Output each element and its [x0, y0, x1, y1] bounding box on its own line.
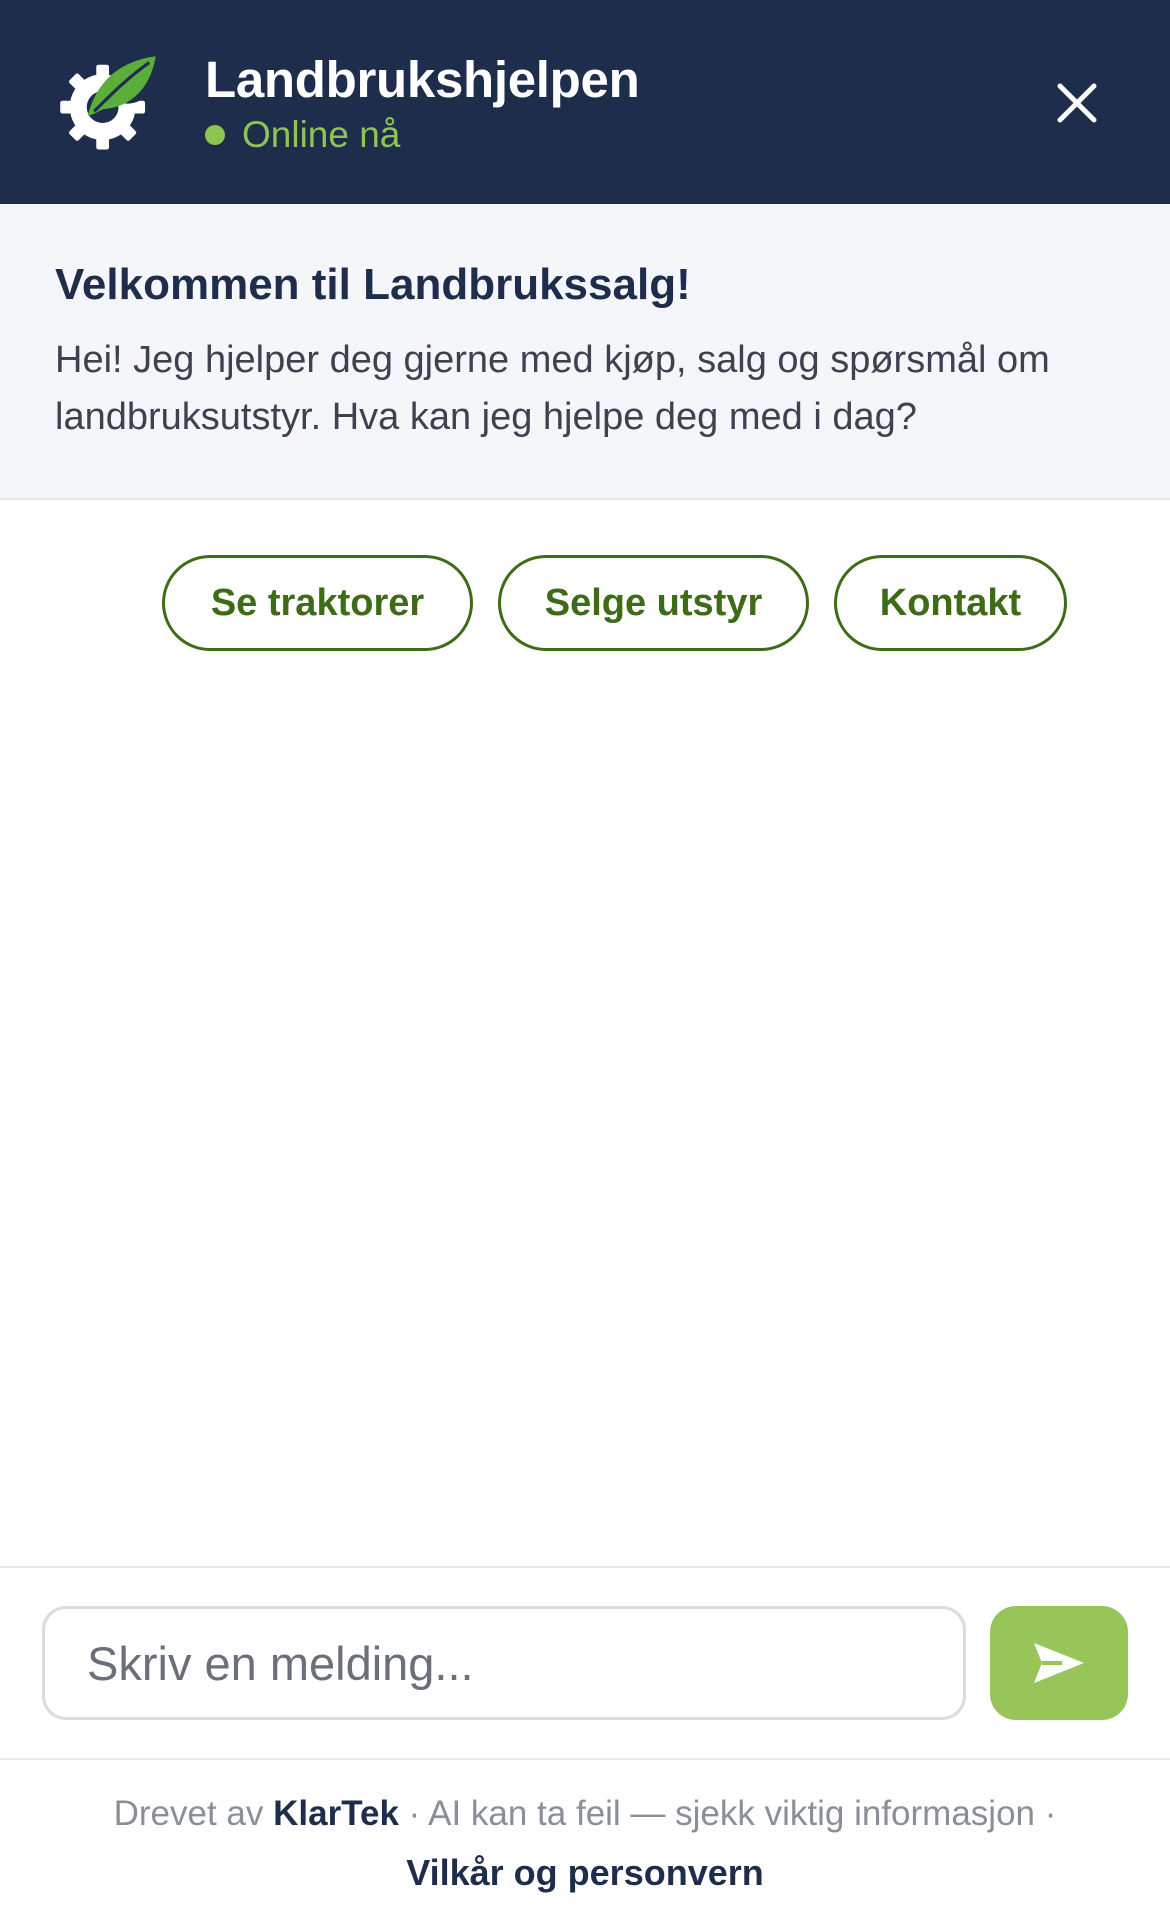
welcome-message: Velkommen til Landbrukssalg! Hei! Jeg hj… — [0, 204, 1170, 500]
quick-reply-kontakt[interactable]: Kontakt — [834, 555, 1067, 651]
message-composer — [0, 1566, 1170, 1758]
welcome-text: Hei! Jeg hjelper deg gjerne med kjøp, sa… — [55, 339, 1050, 438]
powered-by-brand-link[interactable]: KlarTek — [273, 1794, 399, 1833]
ai-disclaimer: · AI kan ta feil — sjekk viktig informas… — [408, 1794, 1057, 1833]
status-text: Online nå — [242, 114, 401, 155]
chat-header: Landbrukshjelpen Online nå — [0, 0, 1170, 204]
quick-reply-se-traktorer[interactable]: Se traktorer — [162, 555, 473, 651]
welcome-title: Velkommen til Landbrukssalg! — [55, 260, 691, 309]
chat-widget: Landbrukshjelpen Online nå Velkommen til… — [0, 0, 1170, 1920]
online-status: Online nå — [205, 112, 400, 158]
footer-disclaimer-line: Drevet av KlarTek · AI kan ta feil — sje… — [0, 1794, 1170, 1834]
gear-leaf-icon — [60, 54, 156, 150]
close-icon[interactable] — [1050, 76, 1104, 130]
chat-footer: Drevet av KlarTek · AI kan ta feil — sje… — [0, 1758, 1170, 1920]
quick-replies: Se traktorer Selge utstyr Kontakt — [0, 555, 1170, 651]
online-dot-icon — [205, 125, 225, 145]
message-input[interactable] — [42, 1606, 966, 1720]
chat-title: Landbrukshjelpen — [205, 51, 640, 108]
powered-by-label: Drevet av — [113, 1794, 264, 1833]
terms-privacy-link[interactable]: Vilkår og personvern — [0, 1852, 1170, 1894]
send-button[interactable] — [990, 1606, 1128, 1720]
quick-reply-selge-utstyr[interactable]: Selge utstyr — [498, 555, 809, 651]
send-icon — [1034, 1643, 1084, 1683]
